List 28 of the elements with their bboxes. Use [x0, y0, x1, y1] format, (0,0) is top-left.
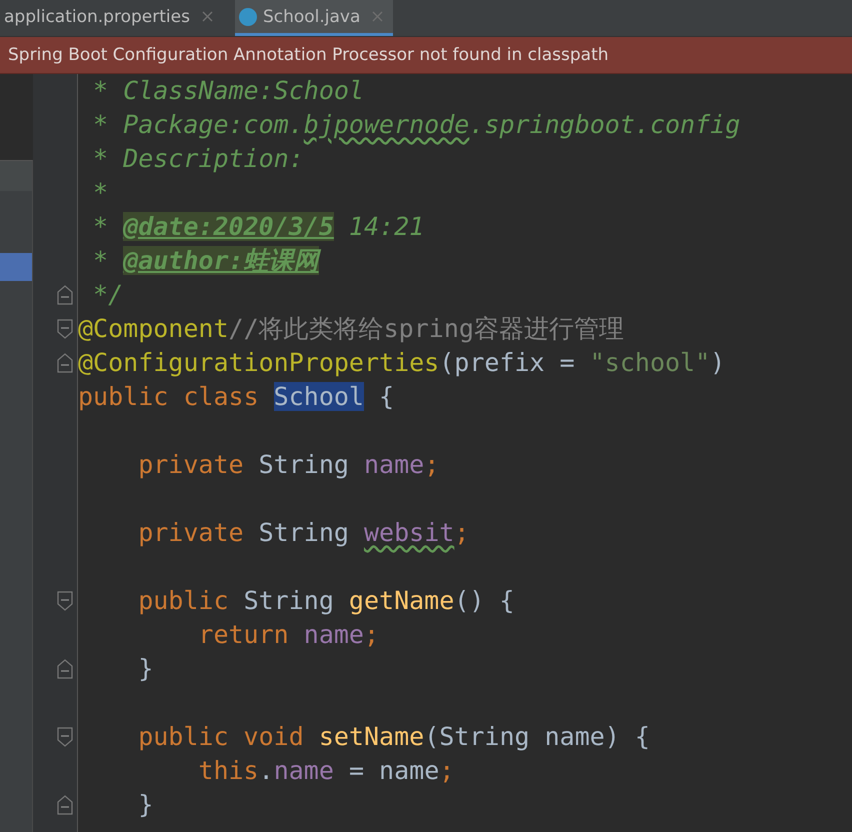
- code-line: public class School {: [78, 381, 394, 413]
- code-line: }: [137, 789, 154, 821]
- code-line: * Package:com.bjpowernode.springboot.config: [92, 109, 740, 141]
- fold-marker-icon[interactable]: [57, 353, 73, 373]
- code-line: @Component//将此类将给spring容器进行管理: [78, 313, 624, 345]
- fold-marker-icon[interactable]: [57, 319, 73, 339]
- selected-item-highlight: [0, 253, 32, 281]
- code-line: *: [92, 177, 108, 209]
- banner-message: Spring Boot Configuration Annotation Processor not found in classpath: [8, 45, 609, 65]
- fold-marker-icon[interactable]: [57, 659, 73, 679]
- editor-tab[interactable]: School.java: [234, 0, 394, 36]
- code-line: public void setName(String name) {: [137, 721, 650, 753]
- fold-marker-icon[interactable]: [57, 795, 73, 815]
- code-line: }: [137, 653, 154, 685]
- code-line: this.name = name;: [197, 755, 454, 787]
- fold-marker-icon[interactable]: [57, 285, 73, 305]
- code-line: return name;: [197, 619, 380, 651]
- editor-tab[interactable]: application.properties: [0, 0, 223, 36]
- close-icon[interactable]: [202, 11, 213, 22]
- code-line: private String websit;: [137, 517, 470, 549]
- code-line: * Description:: [92, 143, 304, 175]
- code-line: @ConfigurationProperties(prefix = "school"): [78, 347, 726, 379]
- code-line: * ClassName:School: [92, 75, 364, 107]
- code-line: public String getName() {: [137, 585, 514, 617]
- fold-marker-icon[interactable]: [57, 591, 73, 611]
- fold-marker-icon[interactable]: [57, 727, 73, 747]
- code-line: */: [92, 279, 124, 311]
- code-line: private String name;: [137, 449, 440, 481]
